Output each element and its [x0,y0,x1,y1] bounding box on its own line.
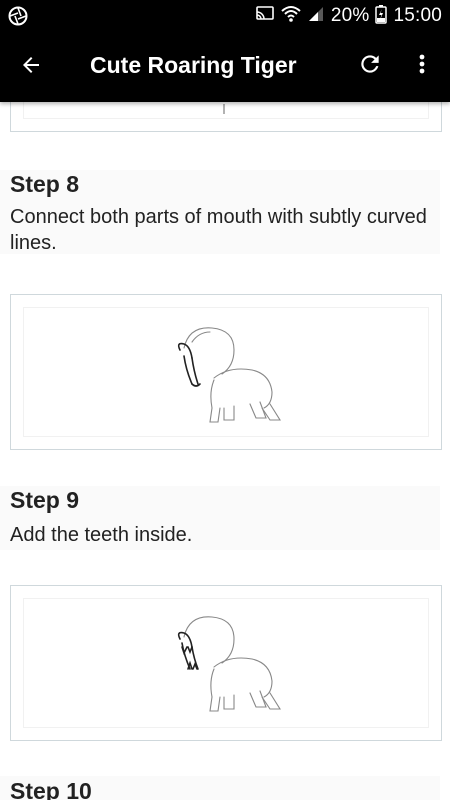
step-description: Add the teeth inside. [10,524,193,546]
back-arrow-icon [19,53,43,82]
more-options-button[interactable] [408,48,436,84]
step-title: Step 8 [10,171,80,197]
refresh-icon [357,51,383,82]
step-8-image-card [10,294,442,450]
step-image [23,307,429,437]
step-title: Step 9 [10,487,80,513]
step-9-image-card [10,585,442,741]
app-bar: Cute Roaring Tiger [0,32,450,102]
page-title: Cute Roaring Tiger [90,52,297,78]
step-9-block: Step 9 Add the teeth inside. [0,486,440,550]
step-image [23,598,429,728]
back-button[interactable] [12,48,50,86]
step-7-image-card [10,102,442,132]
cast-icon [255,5,275,28]
signal-icon [307,5,325,28]
step-10-block: Step 10 [0,776,440,800]
wifi-icon [281,5,301,28]
battery-percent: 20% [330,5,370,26]
step-title: Step 10 [10,778,92,800]
status-bar: 20% 15:00 [0,0,450,32]
clock: 15:00 [393,5,442,26]
battery-charging-icon [375,4,388,29]
step-image [23,102,429,119]
step-description: Connect both parts of mouth with subtly … [10,206,427,254]
aperture-icon [8,6,28,26]
step-8-block: Step 8 Connect both parts of mouth with … [0,170,440,254]
more-vert-icon [418,52,426,81]
refresh-button[interactable] [352,48,388,84]
steps-list[interactable]: Step 8 Connect both parts of mouth with … [0,102,450,800]
